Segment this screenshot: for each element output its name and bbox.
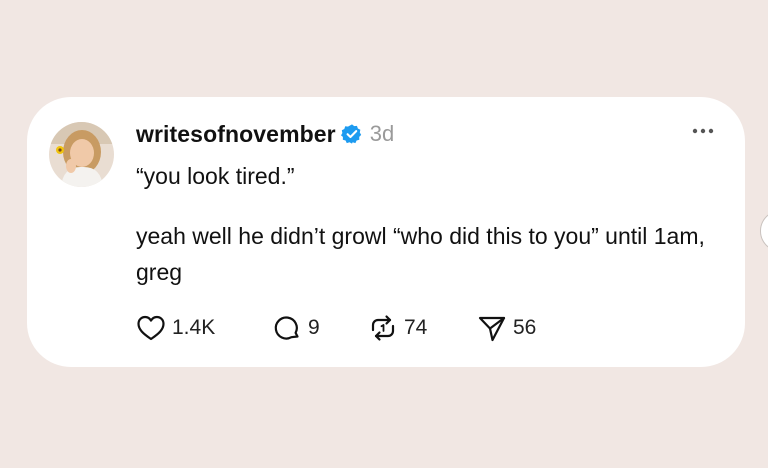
- share-button[interactable]: 56: [477, 313, 557, 343]
- reply-button[interactable]: 9: [272, 313, 368, 343]
- avatar[interactable]: [49, 122, 114, 187]
- post-text-line1: “you look tired.”: [136, 163, 295, 189]
- action-bar: 1.4K 9 74 56: [136, 311, 557, 345]
- heart-icon: [137, 315, 165, 341]
- verified-badge-icon: [340, 124, 361, 144]
- username[interactable]: writesofnovember: [136, 121, 336, 148]
- like-button[interactable]: 1.4K: [136, 314, 232, 342]
- repost-icon: [371, 315, 395, 341]
- post-body: yeah well he didn’t growl “who did this …: [136, 223, 705, 285]
- more-options-icon[interactable]: [691, 123, 715, 139]
- like-count: 1.4K: [172, 316, 216, 339]
- send-icon: [478, 316, 506, 342]
- post-time: 3d: [369, 121, 395, 146]
- partial-side-button: [760, 210, 768, 252]
- repost-button[interactable]: 74: [368, 313, 468, 343]
- share-count: 56: [513, 316, 537, 339]
- repost-count: 74: [404, 316, 428, 339]
- post-card: writesofnovember 3d “you look tired.” ye…: [27, 97, 745, 367]
- comment-icon: [274, 316, 299, 340]
- reply-count: 9: [308, 316, 320, 339]
- post-header: writesofnovember 3d: [136, 119, 394, 149]
